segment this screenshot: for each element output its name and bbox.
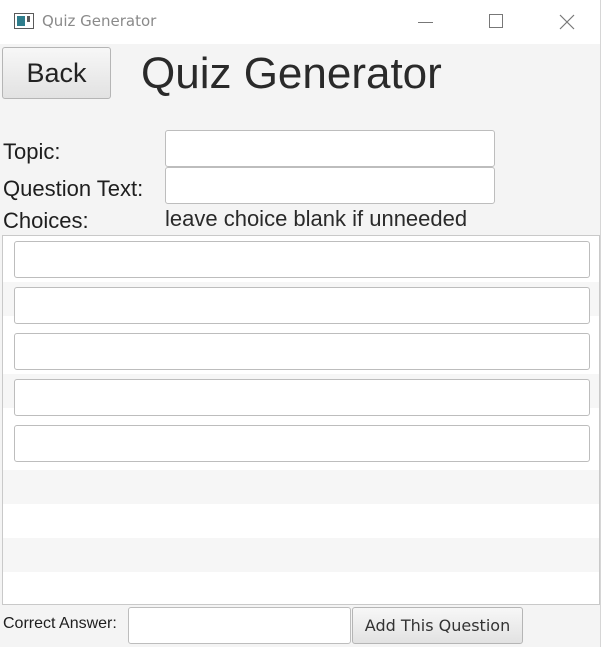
empty-row <box>3 504 599 538</box>
back-button[interactable]: Back <box>2 47 111 99</box>
app-window: Quiz Generator Back Quiz Generator Topic… <box>0 0 601 647</box>
empty-row <box>3 572 599 606</box>
choice-input-2[interactable] <box>14 287 590 324</box>
window-title: Quiz Generator <box>42 12 157 30</box>
minimize-icon[interactable] <box>402 8 448 36</box>
empty-row <box>3 470 599 504</box>
app-icon <box>14 13 34 29</box>
choice-input-4[interactable] <box>14 379 590 416</box>
question-text-input[interactable] <box>165 167 495 204</box>
correct-answer-label: Correct Answer: <box>3 615 117 632</box>
choices-label: Choices: <box>3 208 89 233</box>
list-item <box>3 236 599 278</box>
choices-list[interactable] <box>2 235 600 605</box>
page-title: Quiz Generator <box>141 49 442 98</box>
list-item <box>3 282 599 324</box>
question-text-label: Question Text: <box>3 176 144 201</box>
choices-hint: leave choice blank if unneeded <box>165 206 468 231</box>
title-bar: Quiz Generator <box>0 0 600 44</box>
list-item <box>3 328 599 370</box>
choice-input-1[interactable] <box>14 241 590 278</box>
close-icon[interactable] <box>544 8 590 36</box>
add-question-button[interactable]: Add This Question <box>352 607 523 644</box>
list-item <box>3 374 599 416</box>
topic-label: Topic: <box>3 139 61 164</box>
maximize-icon[interactable] <box>473 8 519 36</box>
topic-input[interactable] <box>165 130 495 167</box>
choice-input-5[interactable] <box>14 425 590 462</box>
list-item <box>3 420 599 462</box>
correct-answer-input[interactable] <box>128 607 351 644</box>
choice-input-3[interactable] <box>14 333 590 370</box>
empty-row <box>3 538 599 572</box>
